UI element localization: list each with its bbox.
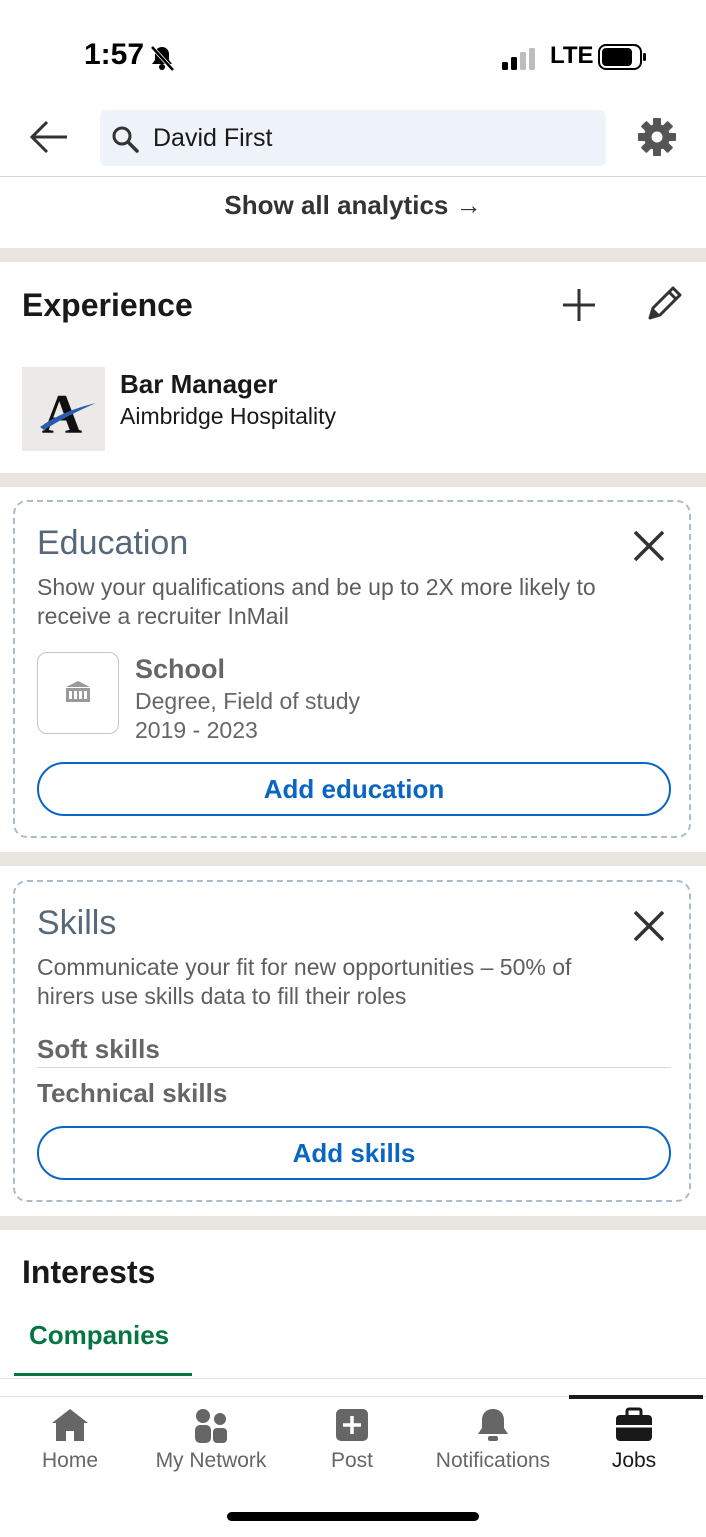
interests-title: Interests [22, 1254, 156, 1290]
close-icon[interactable] [631, 528, 667, 569]
experience-title: Experience [22, 287, 193, 323]
section-separator [0, 473, 706, 487]
nav-label: Jobs [611, 1449, 657, 1472]
tab-companies[interactable]: Companies [29, 1320, 169, 1351]
briefcase-icon [614, 1407, 654, 1448]
active-tab-indicator [14, 1373, 192, 1376]
close-icon[interactable] [631, 908, 667, 949]
nav-label: My Network [155, 1449, 267, 1472]
experience-company[interactable]: Aimbridge Hospitality [120, 403, 336, 430]
school-years: 2019 - 2023 [135, 717, 258, 743]
nav-home[interactable]: Home [0, 1397, 140, 1487]
school-name: School [135, 654, 226, 684]
status-time: 1:57 [84, 38, 145, 71]
experience-role[interactable]: Bar Manager [120, 369, 278, 400]
school-placeholder-icon [37, 652, 119, 734]
back-arrow-icon[interactable] [28, 118, 70, 161]
show-all-analytics-link[interactable]: Show all analytics → [0, 190, 706, 221]
home-icon [50, 1407, 90, 1448]
section-separator [0, 852, 706, 866]
nav-jobs[interactable]: Jobs [564, 1397, 704, 1487]
skill-divider [37, 1067, 671, 1068]
edit-pencil-icon[interactable] [644, 284, 684, 329]
education-title: Education [37, 524, 189, 562]
add-experience-icon[interactable] [560, 286, 598, 329]
signal-icon [502, 48, 538, 75]
education-card: Education Show your qualifications and b… [13, 500, 691, 838]
bell-icon [475, 1407, 511, 1448]
section-separator [0, 248, 706, 262]
skills-title: Skills [37, 904, 117, 942]
silent-bell-icon [148, 44, 176, 77]
company-logo[interactable]: A [22, 367, 105, 451]
skill-item-soft: Soft skills [37, 1034, 160, 1064]
nav-label: Home [41, 1449, 99, 1472]
nav-label: Post [330, 1449, 374, 1472]
skills-card: Skills Communicate your fit for new oppo… [13, 880, 691, 1202]
header-divider [0, 176, 706, 177]
skills-description: Communicate your fit for new opportuniti… [37, 954, 572, 1009]
search-icon [110, 124, 140, 159]
battery-icon [598, 44, 648, 75]
post-icon [334, 1407, 370, 1448]
nav-label: Notifications [435, 1449, 551, 1472]
school-degree: Degree, Field of study [135, 688, 361, 714]
search-bar[interactable]: David First [100, 110, 606, 166]
nav-my-network[interactable]: My Network [141, 1397, 281, 1487]
network-type: LTE [550, 42, 594, 69]
education-description: Show your qualifications and be up to 2X… [37, 574, 596, 629]
skill-item-technical: Technical skills [37, 1078, 228, 1108]
section-separator [0, 1216, 706, 1230]
nav-post[interactable]: Post [282, 1397, 422, 1487]
add-education-button[interactable]: Add education [37, 762, 671, 816]
add-skills-button[interactable]: Add skills [37, 1126, 671, 1180]
nav-notifications[interactable]: Notifications [423, 1397, 563, 1487]
search-input[interactable]: David First [153, 124, 272, 153]
home-indicator[interactable] [227, 1512, 479, 1521]
gear-icon[interactable] [636, 116, 678, 163]
network-icon [191, 1407, 231, 1448]
tabs-divider [0, 1378, 706, 1379]
active-nav-indicator [569, 1395, 703, 1399]
